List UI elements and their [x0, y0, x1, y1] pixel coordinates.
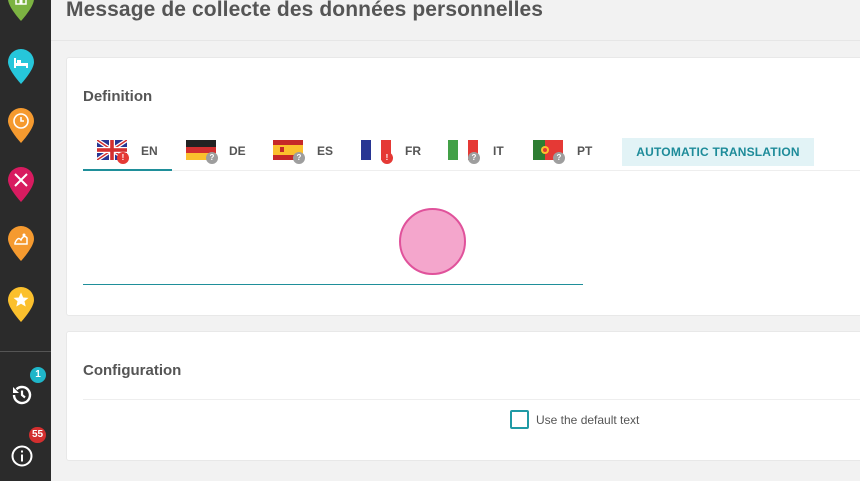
tab-fr-status-badge: !: [381, 152, 393, 164]
tab-en-status-badge: !: [117, 152, 129, 164]
tab-en[interactable]: ! EN: [83, 136, 172, 171]
tab-en-label: EN: [141, 144, 158, 158]
definition-text-input[interactable]: [83, 284, 583, 285]
definition-title: Definition: [83, 88, 153, 105]
clock-icon[interactable]: [7, 108, 35, 144]
configuration-divider: [83, 399, 860, 400]
tab-es[interactable]: ? ES: [259, 136, 347, 171]
tab-fr[interactable]: ! FR: [347, 136, 435, 171]
building-icon[interactable]: [7, 0, 35, 22]
page-title: Message de collecte des données personne…: [66, 0, 544, 21]
restaurant-icon[interactable]: [7, 167, 35, 203]
star-icon[interactable]: [7, 287, 35, 323]
tab-de-status-badge: ?: [206, 152, 218, 164]
tab-es-status-badge: ?: [293, 152, 305, 164]
bed-icon[interactable]: [7, 49, 35, 85]
automatic-translation-button[interactable]: AUTOMATIC TRANSLATION: [622, 138, 814, 166]
leisure-icon[interactable]: [7, 226, 35, 262]
tab-de[interactable]: ? DE: [172, 136, 260, 171]
info-badge: 55: [29, 427, 47, 443]
info-icon[interactable]: [10, 444, 34, 468]
tab-pt-status-badge: ?: [553, 152, 565, 164]
tab-pt-label: PT: [577, 144, 593, 158]
use-default-text-label[interactable]: Use the default text: [536, 413, 639, 427]
history-badge: 1: [30, 367, 46, 383]
tab-fr-label: FR: [405, 144, 421, 158]
configuration-card: Configuration Use the default text: [66, 331, 860, 461]
tab-it-status-badge: ?: [468, 152, 480, 164]
configuration-title: Configuration: [83, 362, 182, 379]
sidebar-divider: [0, 351, 51, 352]
header-divider: [51, 40, 860, 41]
definition-card: Definition ! EN ? DE ? ES ! FR ? IT ? PT…: [66, 57, 860, 316]
tab-es-label: ES: [317, 144, 334, 158]
tab-it-label: IT: [493, 144, 504, 158]
sidebar: 1 55: [0, 0, 51, 481]
history-icon[interactable]: [10, 383, 34, 407]
language-tabs: ! EN ? DE ? ES ! FR ? IT ? PT AUTOMATIC …: [83, 136, 860, 171]
tab-de-label: DE: [229, 144, 246, 158]
tab-it[interactable]: ? IT: [434, 136, 522, 171]
tab-pt[interactable]: ? PT: [519, 136, 607, 171]
pointer-cursor-indicator: [399, 208, 466, 275]
use-default-text-checkbox[interactable]: [510, 410, 529, 429]
